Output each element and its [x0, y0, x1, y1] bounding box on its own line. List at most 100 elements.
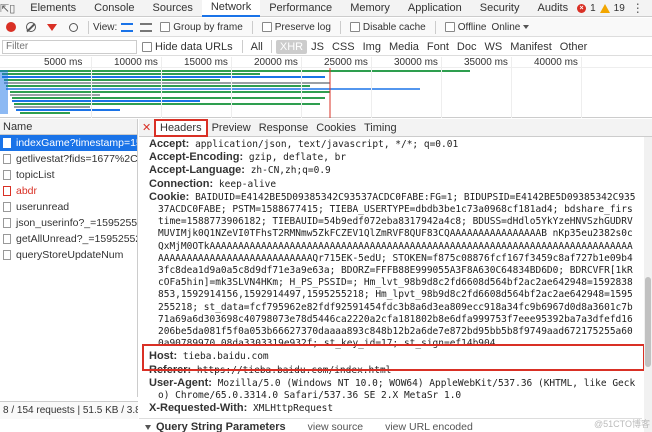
overview-icon[interactable]	[140, 22, 153, 32]
file-icon	[3, 186, 11, 196]
header-key: Accept:	[149, 138, 190, 150]
scrollbar-thumb[interactable]	[645, 277, 651, 367]
request-row[interactable]: topicList	[0, 167, 137, 183]
grid-line	[581, 57, 582, 118]
request-row[interactable]: indexGame?timestamp=15...	[0, 135, 137, 151]
request-row[interactable]: json_userinfo?_=159525523...	[0, 215, 137, 231]
checkbox-box	[349, 22, 360, 32]
more-menu-icon[interactable]: ⋮	[629, 1, 647, 15]
tab-console[interactable]: Console	[85, 0, 143, 17]
tab-performance[interactable]: Performance	[260, 0, 341, 17]
filter-type-doc[interactable]: Doc	[453, 40, 481, 54]
device-toolbar-icon[interactable]: ▯	[9, 0, 15, 17]
devtools-tabbar: ⇱ ▯ Elements Console Sources Network Perform…	[0, 0, 652, 17]
tab-cookies[interactable]: Cookies	[312, 119, 360, 137]
filter-type-manifest[interactable]: Manifest	[506, 40, 556, 54]
error-icon: ×	[577, 3, 587, 13]
filter-type-media[interactable]: Media	[385, 40, 423, 54]
offline-label: Offline	[457, 21, 487, 33]
detail-tabs: Headers Preview Response Cookies Timing	[154, 118, 401, 137]
tab-timing[interactable]: Timing	[360, 119, 401, 137]
query-string-section[interactable]: Query String Parameters view source view U…	[139, 418, 642, 432]
ruler-tick-label: 15000 ms	[184, 57, 228, 68]
tab-security[interactable]: Security	[471, 0, 529, 17]
tab-preview[interactable]: Preview	[208, 119, 255, 137]
filter-type-js[interactable]: JS	[307, 40, 328, 54]
request-row[interactable]: userunread	[0, 199, 137, 215]
request-row[interactable]: getAllUnread?_=159525523...	[0, 231, 137, 247]
disable-cache-label: Disable cache	[362, 21, 426, 33]
view-label: View:	[93, 21, 118, 33]
header-line: User-Agent: Mozilla/5.0 (Windows NT 10.0…	[139, 377, 642, 402]
inspect-element-icon[interactable]: ⇱	[0, 0, 9, 17]
warning-count: 19	[613, 2, 625, 14]
filter-type-font[interactable]: Font	[423, 40, 453, 54]
hide-data-urls-checkbox[interactable]: Hide data URLs	[142, 41, 233, 53]
tab-memory[interactable]: Memory	[341, 0, 399, 17]
request-name: getAllUnread?_=159525523...	[16, 233, 137, 245]
tab-response[interactable]: Response	[255, 119, 313, 137]
filter-icon[interactable]	[47, 23, 57, 31]
filter-type-ws[interactable]: WS	[480, 40, 506, 54]
request-name: topicList	[16, 169, 55, 181]
request-rows: indexGame?timestamp=15... getlivestat?fid…	[0, 135, 137, 263]
tab-audits[interactable]: Audits	[529, 0, 578, 17]
timeline-overview[interactable]	[0, 68, 652, 118]
disable-cache-checkbox[interactable]: Disable cache	[349, 21, 426, 33]
search-icon[interactable]	[69, 22, 78, 32]
filter-type-xhr[interactable]: XHR	[275, 39, 308, 54]
warning-icon	[599, 3, 610, 13]
file-icon	[3, 234, 11, 244]
divider	[88, 20, 89, 34]
header-value: XMLHttpRequest	[253, 403, 334, 415]
header-value: keep-alive	[218, 178, 277, 190]
file-icon	[3, 170, 11, 180]
tab-elements[interactable]: Elements	[21, 0, 85, 17]
request-row[interactable]: queryStoreUpdateNum	[0, 247, 137, 263]
tab-headers[interactable]: Headers	[154, 118, 208, 137]
header-value: Mozilla/5.0 (Windows NT 10.0; WOW64) App…	[158, 377, 636, 402]
header-line: Cookie: BAIDUID=E4142BE5D09385342C93537A…	[139, 191, 642, 351]
ruler-tick-label: 5000 ms	[44, 57, 83, 68]
request-headers: Accept: application/json, text/javascrip…	[139, 138, 642, 432]
header-value: zh-CN,zh;q=0.9	[250, 165, 331, 177]
checkbox-box	[160, 22, 171, 32]
filter-type-other[interactable]: Other	[556, 40, 592, 54]
divider	[241, 40, 243, 53]
large-rows-icon[interactable]	[121, 22, 134, 32]
throttle-select[interactable]: Online	[491, 22, 530, 33]
filter-input[interactable]	[2, 39, 137, 54]
grid-line	[161, 57, 162, 118]
request-list: Name indexGame?timestamp=15... getlivesta…	[0, 119, 138, 397]
close-details-icon[interactable]: ✕	[142, 121, 154, 134]
resource-type-filters: All XHR JS CSS Img Media Font Doc WS Manifest Othe…	[238, 39, 592, 54]
chevron-down-icon	[523, 25, 530, 29]
details-scrollbar[interactable]	[644, 137, 652, 432]
network-toolbar: View: Group by frame Preserve log Disabl…	[0, 18, 652, 37]
divider	[270, 40, 272, 53]
view-url-encoded-link[interactable]: view URL encoded	[385, 421, 473, 432]
offline-checkbox[interactable]: Offline	[444, 21, 487, 33]
tab-network[interactable]: Network	[201, 0, 261, 17]
request-row[interactable]: abdr	[0, 183, 137, 199]
view-source-link[interactable]: view source	[308, 421, 363, 432]
group-by-frame-checkbox[interactable]: Group by frame	[160, 22, 243, 33]
filter-type-all[interactable]: All	[247, 40, 267, 54]
header-line: Accept: application/json, text/javascrip…	[139, 138, 642, 151]
tab-sources[interactable]: Sources	[144, 0, 202, 17]
status-counters[interactable]: × 1 19 ⋮ ✕	[577, 1, 652, 15]
waterfall-overview	[0, 68, 470, 118]
preserve-log-checkbox[interactable]: Preserve log	[261, 22, 331, 33]
record-icon[interactable]	[6, 22, 16, 32]
filter-type-css[interactable]: CSS	[328, 40, 359, 54]
header-key: Connection:	[149, 177, 214, 190]
request-row[interactable]: getlivestat?fids=1677%2C1...	[0, 151, 137, 167]
filter-type-img[interactable]: Img	[359, 40, 385, 54]
name-column-header[interactable]: Name	[0, 119, 137, 135]
checkbox-box	[261, 22, 272, 32]
grid-line	[231, 57, 232, 118]
tab-application[interactable]: Application	[399, 0, 471, 17]
clear-icon[interactable]	[26, 22, 36, 32]
section-title: Query String Parameters	[156, 421, 286, 432]
header-line: X-Requested-With: XMLHttpRequest	[139, 402, 642, 415]
